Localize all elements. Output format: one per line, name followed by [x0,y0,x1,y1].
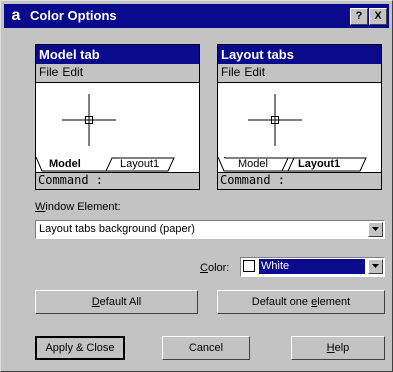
preview-tab-layout1[interactable]: Layout1 [120,158,159,171]
window-element-dropdown-button[interactable] [368,222,383,237]
preview-menu-edit: Edit [244,65,266,79]
close-title-button[interactable]: X [369,8,387,25]
preview-tab-strip: Model Layout1 [218,157,381,172]
preview-tab-model[interactable]: Model [238,158,268,171]
apply-close-button[interactable]: Apply & Close [35,336,125,360]
cancel-button[interactable]: Cancel [162,336,250,360]
model-tab-preview[interactable]: Model tab File Edit Model Layout1 Command… [35,44,200,190]
color-dropdown-button[interactable] [368,259,383,274]
crosshair-cursor-icon [248,94,302,146]
color-options-dialog: a Color Options ? X Model tab File Edit M… [0,0,393,372]
color-value: White [258,258,366,275]
help-button[interactable]: Help [291,336,385,360]
preview-menu-file: File [221,65,241,79]
default-one-element-button[interactable]: Default one element [217,290,385,314]
autocad-app-icon: a [11,7,21,24]
preview-command-line: Command : [36,172,199,189]
title-bar[interactable]: a Color Options ? X [4,4,389,28]
window-element-dropdown[interactable]: Layout tabs background (paper) [35,220,385,239]
default-all-button[interactable]: Default All [35,290,198,314]
color-swatch [243,260,255,272]
window-element-value: Layout tabs background (paper) [39,223,195,235]
window-element-label: Window Element: [35,201,121,213]
help-title-button[interactable]: ? [350,8,368,25]
preview-tab-model[interactable]: Model [49,158,81,171]
color-dropdown[interactable]: White [240,257,385,277]
preview-title: Model tab [36,45,199,64]
chevron-down-icon [372,227,379,231]
preview-menu-edit: Edit [62,65,84,79]
window-title: Color Options [30,8,117,23]
preview-tab-layout1[interactable]: Layout1 [298,158,340,171]
preview-drawing-area[interactable] [218,83,381,157]
preview-menu-bar: File Edit [36,64,199,83]
color-label: Color: [200,262,230,274]
crosshair-cursor-icon [62,94,116,146]
preview-menu-bar: File Edit [218,64,381,83]
layout-tabs-preview[interactable]: Layout tabs File Edit Model Layout1 Comma… [217,44,382,190]
preview-menu-file: File [39,65,59,79]
preview-title: Layout tabs [218,45,381,64]
preview-command-line: Command : [218,172,381,189]
chevron-down-icon [372,264,379,268]
preview-tab-strip: Model Layout1 [36,157,199,172]
preview-drawing-area[interactable] [36,83,199,157]
